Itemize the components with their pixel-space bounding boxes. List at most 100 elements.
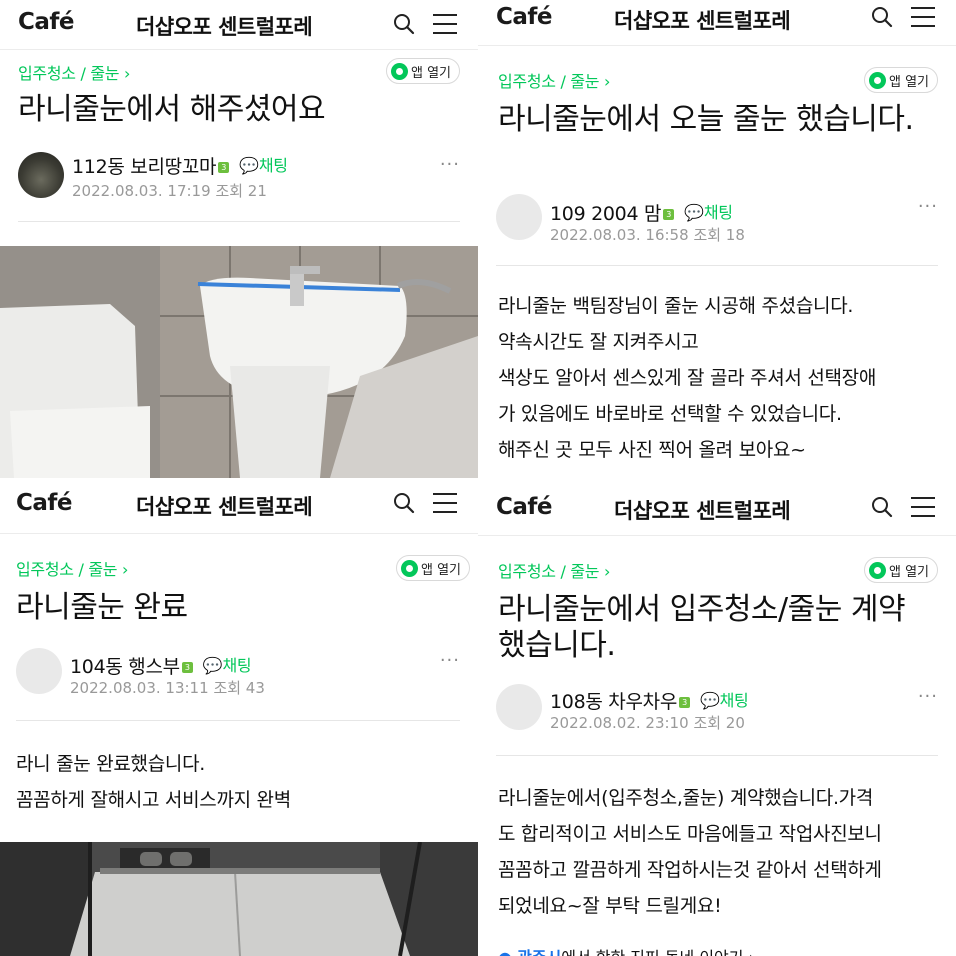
author-name: 109 2004 맘 <box>550 203 662 225</box>
post-photo-bathroom[interactable] <box>0 246 478 478</box>
post-screen-1: Café 더샵오포 센트럴포레 입주청소 / 줄눈 › 앱 열기 라니줄눈에서 … <box>0 0 478 478</box>
footer-highlight: 광주시 <box>517 948 561 956</box>
post-body: 라니줄눈에서(입주청소,줄눈) 계약했습니다.가격 도 합리적이고 서비스도 마… <box>498 780 942 924</box>
open-app-button[interactable]: 앱 열기 <box>395 555 470 581</box>
divider <box>18 221 460 222</box>
hamburger-menu-icon[interactable] <box>432 12 458 36</box>
cafe-name[interactable]: 더샵오포 센트럴포레 <box>614 495 791 525</box>
hamburger-menu-icon[interactable] <box>910 5 936 29</box>
divider <box>496 265 938 266</box>
post-screen-4: Café 더샵오포 센트럴포레 입주청소 / 줄눈 › 앱 열기 라니줄눈에서 … <box>478 478 956 956</box>
neighborhood-story-link[interactable]: ● 광주시에서 핫한 지피 동네 이야기 › <box>498 944 755 956</box>
author-nickname[interactable]: 109 2004 맘 3 💬채팅 <box>550 199 733 226</box>
divider <box>16 720 460 721</box>
avatar[interactable] <box>16 648 62 694</box>
avatar[interactable] <box>18 152 64 198</box>
open-app-label: 앱 열기 <box>410 65 451 81</box>
more-options-icon[interactable]: ··· <box>918 686 938 707</box>
cafe-name[interactable]: 더샵오포 센트럴포레 <box>614 5 791 35</box>
app-header: Café 더샵오포 센트럴포레 <box>0 0 478 50</box>
author-name: 104동 행스부 <box>70 656 180 678</box>
author-nickname[interactable]: 108동 차우차우 3 💬채팅 <box>550 687 749 714</box>
app-icon <box>400 559 418 577</box>
author-row: 104동 행스부 3 💬채팅 2022.08.03. 13:11 조회 43 ··· <box>16 648 460 700</box>
author-row: 108동 차우차우 3 💬채팅 2022.08.02. 23:10 조회 20 ··… <box>496 684 938 736</box>
post-date: 2022.08.03. 17:19 <box>72 182 211 200</box>
open-app-label: 앱 열기 <box>888 564 929 580</box>
open-app-button[interactable]: 앱 열기 <box>863 67 938 93</box>
more-options-icon[interactable]: ··· <box>918 196 938 217</box>
bathroom-image <box>0 246 478 478</box>
breadcrumb[interactable]: 입주청소 / 줄눈 › <box>498 558 610 582</box>
view-count: 조회 18 <box>693 226 745 244</box>
body-line: 라니 줄눈 완료했습니다. <box>16 753 206 775</box>
post-meta: 2022.08.03. 13:11 조회 43 <box>70 677 265 698</box>
chat-button[interactable]: 💬채팅 <box>700 687 749 711</box>
footer-text: 에서 핫한 지피 동네 이야기 › <box>561 948 755 956</box>
view-count: 조회 43 <box>213 679 265 697</box>
post-meta: 2022.08.03. 17:19 조회 21 <box>72 180 267 201</box>
app-icon <box>868 561 886 579</box>
body-line: 되었네요~잘 부탁 드릴게요! <box>498 895 722 917</box>
cafe-name[interactable]: 더샵오포 센트럴포레 <box>136 11 313 41</box>
app-header: Café 더샵오포 센트럴포레 <box>478 478 956 536</box>
cafe-logo[interactable]: Café <box>18 9 75 35</box>
breadcrumb[interactable]: 입주청소 / 줄눈 › <box>16 556 128 580</box>
info-icon: ● <box>498 948 512 956</box>
entrance-image <box>0 842 478 956</box>
search-icon[interactable] <box>392 12 416 36</box>
body-line: 가 있음에도 바로바로 선택할 수 있었습니다. <box>498 403 842 425</box>
cafe-logo[interactable]: Café <box>16 490 73 516</box>
post-date: 2022.08.03. 16:58 <box>550 226 689 244</box>
search-icon[interactable] <box>870 495 894 519</box>
search-icon[interactable] <box>392 491 416 515</box>
chat-button[interactable]: 💬채팅 <box>203 652 252 676</box>
chat-button[interactable]: 💬채팅 <box>239 152 288 176</box>
cafe-name[interactable]: 더샵오포 센트럴포레 <box>136 491 313 521</box>
post-title: 라니줄눈에서 해주셨어요 <box>18 92 326 127</box>
chat-label: 채팅 <box>703 203 733 222</box>
body-line: 꼼꼼하게 잘해시고 서비스까지 완벽 <box>16 789 291 811</box>
more-options-icon[interactable]: ··· <box>440 154 460 175</box>
body-line: 라니줄눈에서(입주청소,줄눈) 계약했습니다.가격 <box>498 787 874 809</box>
post-date: 2022.08.03. 13:11 <box>70 679 209 697</box>
post-screen-3: Café 더샵오포 센트럴포레 입주청소 / 줄눈 › 앱 열기 라니줄눈 완료… <box>0 478 478 956</box>
chat-label: 채팅 <box>258 156 288 175</box>
post-title: 라니줄눈에서 입주청소/줄눈 계약했습니다. <box>498 592 906 663</box>
member-level-badge: 3 <box>181 662 193 673</box>
member-level-badge: 3 <box>218 162 230 173</box>
author-name: 108동 차우차우 <box>550 691 678 713</box>
avatar[interactable] <box>496 194 542 240</box>
search-icon[interactable] <box>870 5 894 29</box>
cafe-logo[interactable]: Café <box>496 494 553 520</box>
more-options-icon[interactable]: ··· <box>440 650 460 671</box>
view-count: 조회 21 <box>215 182 267 200</box>
author-nickname[interactable]: 112동 보리땅꼬마 3 💬채팅 <box>72 152 288 179</box>
post-title: 라니줄눈 완료 <box>16 590 188 625</box>
body-line: 도 합리적이고 서비스도 마음에들고 작업사진보니 <box>498 823 882 845</box>
cafe-logo[interactable]: Café <box>496 4 553 30</box>
post-meta: 2022.08.03. 16:58 조회 18 <box>550 224 745 245</box>
divider <box>496 755 938 756</box>
chat-label: 채팅 <box>719 691 749 710</box>
chat-label: 채팅 <box>222 656 252 675</box>
author-nickname[interactable]: 104동 행스부 3 💬채팅 <box>70 652 252 679</box>
hamburger-menu-icon[interactable] <box>432 491 458 515</box>
app-icon <box>390 62 408 80</box>
body-line: 라니줄눈 백팀장님이 줄눈 시공해 주셨습니다. <box>498 295 854 317</box>
avatar[interactable] <box>496 684 542 730</box>
post-screen-2: Café 더샵오포 센트럴포레 입주청소 / 줄눈 › 앱 열기 라니줄눈에서 … <box>478 0 956 478</box>
chat-button[interactable]: 💬채팅 <box>684 199 733 223</box>
post-photo-entrance[interactable] <box>0 842 478 956</box>
open-app-label: 앱 열기 <box>888 74 929 90</box>
breadcrumb[interactable]: 입주청소 / 줄눈 › <box>18 60 130 84</box>
post-body: 라니줄눈 백팀장님이 줄눈 시공해 주셨습니다. 약속시간도 잘 지켜주시고 색… <box>498 288 942 468</box>
body-line: 해주신 곳 모두 사진 찍어 올려 보아요~ <box>498 439 806 461</box>
open-app-button[interactable]: 앱 열기 <box>385 58 460 84</box>
author-row: 112동 보리땅꼬마 3 💬채팅 2022.08.03. 17:19 조회 21 ·… <box>18 152 460 204</box>
open-app-label: 앱 열기 <box>420 562 461 578</box>
open-app-button[interactable]: 앱 열기 <box>863 557 938 583</box>
app-header: Café 더샵오포 센트럴포레 <box>478 0 956 46</box>
breadcrumb[interactable]: 입주청소 / 줄눈 › <box>498 68 610 92</box>
hamburger-menu-icon[interactable] <box>910 495 936 519</box>
